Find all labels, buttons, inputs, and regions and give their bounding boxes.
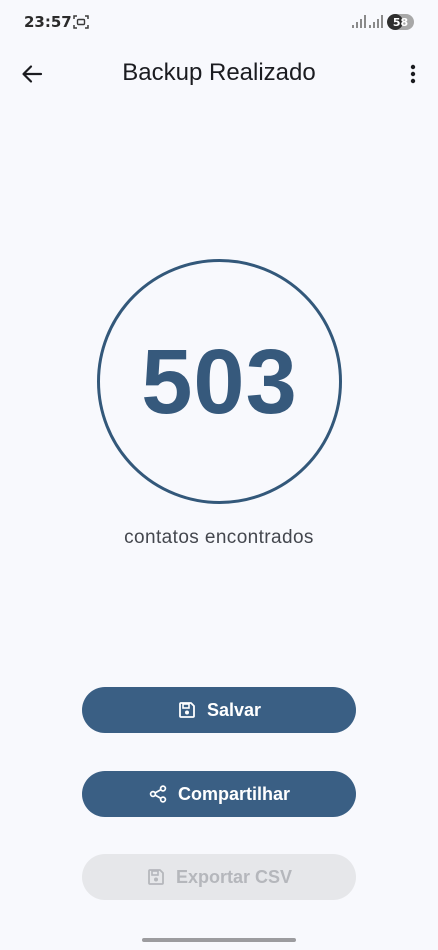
app-bar: Backup Realizado <box>0 44 438 104</box>
signal-icon <box>352 15 366 28</box>
save-button-label: Salvar <box>206 699 262 720</box>
save-button[interactable]: Salvar <box>82 687 356 733</box>
battery-icon: 58 <box>387 14 414 30</box>
contact-count-circle: 503 <box>97 259 342 504</box>
battery-level: 58 <box>392 15 409 29</box>
save-icon <box>177 700 197 720</box>
save-icon <box>146 867 166 887</box>
home-indicator[interactable] <box>142 938 296 942</box>
share-button[interactable]: Compartilhar <box>82 771 356 817</box>
contact-count-label: contatos encontrados <box>124 527 314 548</box>
share-button-label: Compartilhar <box>177 783 291 804</box>
more-options-button[interactable] <box>400 58 426 90</box>
export-csv-button[interactable]: Exportar CSV <box>82 854 356 900</box>
signal-icon <box>369 15 383 28</box>
page-title: Backup Realizado <box>122 59 316 86</box>
screenshot-icon <box>73 15 89 29</box>
share-icon <box>148 784 168 804</box>
status-time: 23:57 <box>24 13 72 31</box>
export-csv-button-label: Exportar CSV <box>175 866 293 887</box>
contact-count: 503 <box>141 331 298 433</box>
screen: 23:57 58 Backup Realizado 503 contatos e… <box>0 0 438 950</box>
more-vertical-icon <box>410 64 416 84</box>
status-bar: 23:57 58 <box>0 0 438 44</box>
